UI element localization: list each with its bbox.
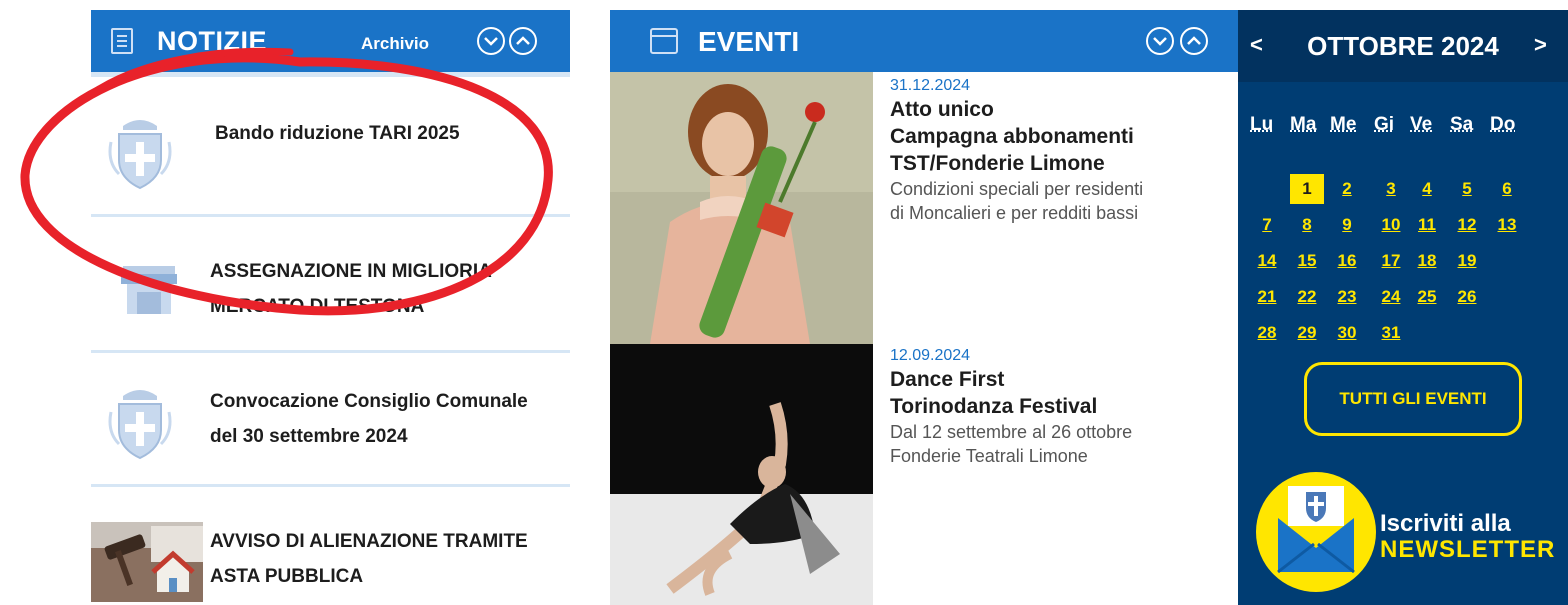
city-crest-icon (108, 390, 172, 460)
calendar-day[interactable]: 21 (1250, 282, 1284, 312)
newsletter-circle (1256, 472, 1376, 592)
calendar-day[interactable]: 8 (1290, 210, 1324, 240)
calendar-day[interactable]: 29 (1290, 318, 1324, 348)
event-description: Condizioni speciali per residenti (890, 179, 1144, 199)
calendar-day[interactable]: 31 (1374, 318, 1408, 348)
calendar-day[interactable]: 5 (1450, 174, 1484, 204)
news-item-title: Convocazione Consiglio Comunale del 30 s… (210, 391, 528, 447)
event-description: Fonderie Teatrali Limone (890, 446, 1088, 466)
calendar-header: < OTTOBRE 2024 > (1238, 10, 1568, 82)
event-date: 31.12.2024 (890, 77, 971, 94)
scroll-up-button[interactable] (1180, 27, 1208, 55)
header-underline (91, 72, 570, 77)
calendar-day[interactable]: 28 (1250, 318, 1284, 348)
calendar-month: OTTOBRE 2024 (1307, 31, 1499, 61)
newsletter-banner[interactable]: Iscriviti alla NEWSLETTER (1238, 472, 1568, 605)
document-icon (111, 28, 133, 54)
news-title: NOTIZIE (157, 26, 267, 56)
calendar-day[interactable]: 23 (1330, 282, 1364, 312)
weekday-label: Ve (1410, 114, 1433, 135)
calendar-day[interactable]: 13 (1490, 210, 1524, 240)
auction-gavel-image (91, 522, 203, 602)
events-panel: EVENTI 31.12.2024 Atto unico Campagna ab… (610, 10, 1238, 605)
news-item-title: ASSEGNAZIONE IN MIGLIORIA MERCATO DI TES… (210, 261, 492, 317)
chevron-up-icon (516, 36, 530, 45)
calendar-day[interactable]: 1 (1290, 174, 1324, 204)
newsletter-title: NEWSLETTER (1380, 536, 1556, 563)
news-divider (91, 484, 570, 487)
weekday-label: Lu (1250, 114, 1274, 135)
calendar-day[interactable]: 22 (1290, 282, 1324, 312)
calendar-day[interactable]: 26 (1450, 282, 1484, 312)
calendar-day[interactable]: 6 (1490, 174, 1524, 204)
prev-month-button[interactable]: < (1250, 32, 1263, 58)
weekday-label: Gi (1374, 114, 1395, 135)
calendar-day[interactable]: 2 (1330, 174, 1364, 204)
news-item-title: AVVISO DI ALIENAZIONE TRAMITE ASTA PUBBL… (210, 531, 528, 587)
city-crest-icon (108, 120, 172, 190)
chevron-up-icon (1187, 36, 1201, 45)
archive-link[interactable]: Archivio (361, 34, 429, 54)
chevron-down-icon (1153, 37, 1167, 46)
calendar-day[interactable]: 7 (1250, 210, 1284, 240)
weekday-label: Do (1490, 114, 1516, 135)
chevron-down-icon (484, 37, 498, 46)
news-divider (91, 214, 570, 217)
news-header: NOTIZIE Archivio (91, 10, 570, 72)
weekday-label: Sa (1450, 114, 1474, 135)
calendar-icon (650, 28, 678, 54)
calendar-day[interactable]: 19 (1450, 246, 1484, 276)
calendar-day[interactable]: 24 (1374, 282, 1408, 312)
calendar-day[interactable]: 4 (1410, 174, 1444, 204)
event-subtitle: Torinodanza Festival (890, 395, 1098, 418)
calendar-day[interactable]: 15 (1290, 246, 1324, 276)
news-item[interactable]: Bando riduzione TARI 2025 (91, 90, 570, 212)
event-title: Dance First (890, 368, 1005, 391)
event-subtitle: TST/Fonderie Limone (890, 152, 1105, 175)
event-item[interactable]: 12.09.2024 Dance First Torinodanza Festi… (890, 346, 1230, 468)
calendar-day[interactable]: 18 (1410, 246, 1444, 276)
events-header: EVENTI (610, 10, 1238, 72)
scroll-down-button[interactable] (1146, 27, 1174, 55)
scroll-down-button[interactable] (477, 27, 505, 55)
event-description: Dal 12 settembre al 26 ottobre (890, 422, 1133, 442)
calendar-day[interactable]: 30 (1330, 318, 1364, 348)
calendar-day[interactable]: 17 (1374, 246, 1408, 276)
calendar-day[interactable]: 25 (1410, 282, 1444, 312)
event-subtitle: Campagna abbonamenti (890, 125, 1134, 148)
event-image-dance-first[interactable] (610, 344, 873, 605)
event-date: 12.09.2024 (890, 347, 971, 364)
market-stall-icon (121, 266, 177, 314)
news-divider (91, 350, 570, 353)
calendar-day[interactable]: 9 (1330, 210, 1364, 240)
calendar-day[interactable]: 14 (1250, 246, 1284, 276)
event-title: Atto unico (890, 98, 994, 121)
event-description: di Moncalieri e per redditi bassi (890, 203, 1139, 223)
events-title: EVENTI (698, 26, 800, 57)
event-item[interactable]: 31.12.2024 Atto unico Campagna abbonamen… (890, 76, 1230, 225)
news-item[interactable]: ASSEGNAZIONE IN MIGLIORIA MERCATO DI TES… (91, 218, 570, 354)
calendar-day[interactable]: 12 (1450, 210, 1484, 240)
news-item[interactable]: AVVISO DI ALIENAZIONE TRAMITE ASTA PUBBL… (91, 488, 570, 605)
event-image-atto-unico[interactable] (610, 72, 873, 344)
envelope-icon (1277, 486, 1355, 574)
news-item-title: Bando riduzione TARI 2025 (215, 123, 460, 144)
calendar-day[interactable]: 11 (1410, 210, 1444, 240)
news-panel: NOTIZIE Archivio Bando riduzione TARI 20… (91, 10, 570, 605)
newsletter-text: Iscriviti alla (1380, 510, 1511, 537)
next-month-button[interactable]: > (1534, 32, 1547, 58)
news-item[interactable]: Convocazione Consiglio Comunale del 30 s… (91, 354, 570, 488)
calendar-day[interactable]: 3 (1374, 174, 1408, 204)
scroll-up-button[interactable] (509, 27, 537, 55)
calendar-day[interactable]: 10 (1374, 210, 1408, 240)
calendar-panel: < OTTOBRE 2024 > Lu Ma Me Gi Ve Sa Do 12… (1238, 10, 1568, 605)
weekday-label: Ma (1290, 114, 1317, 135)
calendar-day[interactable]: 16 (1330, 246, 1364, 276)
weekday-label: Me (1330, 114, 1357, 135)
all-events-button[interactable]: TUTTI GLI EVENTI (1304, 362, 1522, 436)
